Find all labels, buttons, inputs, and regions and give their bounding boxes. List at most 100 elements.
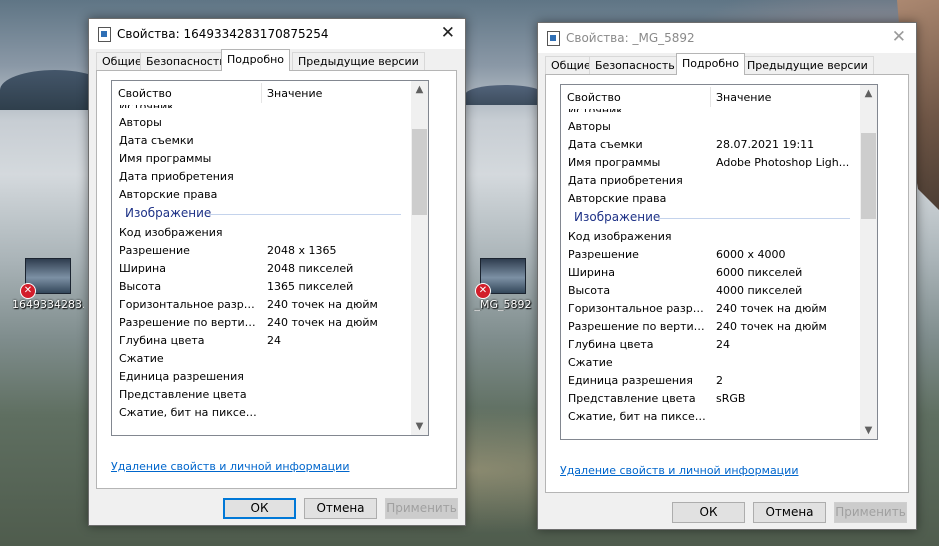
property-row[interactable]: Разрешение по вертикали 240 точек на дюйм (561, 318, 860, 336)
property-name: Глубина цвета (119, 334, 205, 347)
properties-list[interactable]: Свойство Значение Источник АвторыДата съ… (560, 84, 878, 440)
desktop-file-1649334283[interactable]: ✕ 1649334283... (12, 258, 84, 311)
column-header-value[interactable]: Значение (267, 87, 322, 100)
title-bar[interactable]: Свойства: 1649334283170875254 ✕ (89, 19, 465, 49)
vertical-scrollbar[interactable]: ▲ ▼ (860, 85, 877, 439)
property-row[interactable]: Авторские права (112, 186, 411, 204)
scrollbar-thumb[interactable] (861, 133, 876, 219)
property-row[interactable]: Разрешение 2048 x 1365 (112, 242, 411, 260)
tab-details[interactable]: Подробно (676, 53, 746, 75)
property-row[interactable]: Сжатие (561, 354, 860, 372)
tab-security[interactable]: Безопасность (140, 52, 232, 70)
desktop-file-label: _MG_5892 (474, 298, 532, 311)
property-value: 1365 пикселей (267, 280, 354, 293)
property-row[interactable]: Сжатие (112, 350, 411, 368)
group-divider-line (658, 218, 850, 219)
property-row[interactable]: Глубина цвета 24 (112, 332, 411, 350)
tab-previous-versions[interactable]: Предыдущие версии (741, 56, 874, 74)
ok-button[interactable]: ОК (223, 498, 296, 519)
property-name: Сжатие (119, 352, 164, 365)
column-divider[interactable] (710, 87, 711, 107)
properties-list[interactable]: Свойство Значение Источник АвторыДата съ… (111, 80, 429, 436)
property-row[interactable]: Единица разрешения (112, 368, 411, 386)
property-row[interactable]: Сжатие, бит на пиксель (112, 404, 411, 422)
property-name: Сжатие (568, 356, 613, 369)
property-row[interactable]: Высота 4000 пикселей (561, 282, 860, 300)
property-row[interactable]: Дата съемки (112, 132, 411, 150)
property-name: Код изображения (119, 226, 223, 239)
list-header: Свойство Значение (561, 85, 860, 109)
property-row[interactable]: Горизонтальное разреше... 240 точек на дю… (561, 300, 860, 318)
property-row[interactable]: Сжатие, бит на пиксель (561, 408, 860, 426)
property-name: Разрешение (119, 244, 190, 257)
property-row[interactable]: Авторы (561, 118, 860, 136)
ok-button[interactable]: ОК (672, 502, 745, 523)
property-row[interactable]: Горизонтальное разреше... 240 точек на дю… (112, 296, 411, 314)
property-row[interactable]: Имя программы (112, 150, 411, 168)
property-value: 2 (716, 374, 723, 387)
cancel-button[interactable]: Отмена (304, 498, 377, 519)
property-row[interactable]: Дата приобретения (112, 168, 411, 186)
scroll-up-icon[interactable]: ▲ (411, 81, 428, 98)
close-icon[interactable]: ✕ (441, 24, 455, 42)
column-header-property[interactable]: Свойство (567, 91, 621, 104)
property-name: Ширина (568, 266, 615, 279)
property-row[interactable]: Авторы (112, 114, 411, 132)
property-name: Авторские права (568, 192, 667, 205)
property-value: 28.07.2021 19:11 (716, 138, 815, 151)
property-value: 24 (267, 334, 281, 347)
property-row[interactable]: Единица разрешения 2 (561, 372, 860, 390)
property-row[interactable]: Разрешение по вертикали 240 точек на дюйм (112, 314, 411, 332)
property-row[interactable]: Ширина 6000 пикселей (561, 264, 860, 282)
scroll-down-icon[interactable]: ▼ (411, 418, 428, 435)
tab-details[interactable]: Подробно (221, 49, 291, 71)
column-divider[interactable] (261, 83, 262, 103)
property-row[interactable]: Глубина цвета 24 (561, 336, 860, 354)
title-bar[interactable]: Свойства: _MG_5892 ✕ (538, 23, 916, 53)
property-row[interactable]: Код изображения (561, 228, 860, 246)
property-name: Сжатие, бит на пиксель (119, 406, 259, 419)
column-header-property[interactable]: Свойство (118, 87, 172, 100)
apply-button[interactable]: Применить (385, 498, 458, 519)
property-row[interactable]: Код изображения (112, 224, 411, 242)
property-name: Единица разрешения (568, 374, 693, 387)
property-row[interactable]: Представление цвета (112, 386, 411, 404)
scrollbar-thumb[interactable] (412, 129, 427, 215)
property-value: 2048 x 1365 (267, 244, 337, 257)
property-row[interactable]: Имя программы Adobe Photoshop Ligh... (561, 154, 860, 172)
properties-window-mg-5892: Свойства: _MG_5892 ✕ Общие Безопасность … (537, 22, 917, 530)
property-row[interactable]: Дата съемки 28.07.2021 19:11 (561, 136, 860, 154)
group-header-image[interactable]: Изображение (561, 209, 860, 227)
property-name: Представление цвета (119, 388, 247, 401)
property-row[interactable]: Высота 1365 пикселей (112, 278, 411, 296)
error-badge-icon: ✕ (20, 283, 36, 299)
file-icon (547, 31, 560, 46)
error-badge-icon: ✕ (475, 283, 491, 299)
details-panel: Свойство Значение Источник АвторыДата съ… (96, 70, 457, 489)
remove-properties-link[interactable]: Удаление свойств и личной информации (560, 464, 798, 477)
property-value: 2048 пикселей (267, 262, 354, 275)
property-row[interactable]: Разрешение 6000 x 4000 (561, 246, 860, 264)
group-title: Изображение (574, 210, 661, 224)
scroll-up-icon[interactable]: ▲ (860, 85, 877, 102)
property-name: Высота (568, 284, 611, 297)
property-name: Авторы (119, 116, 162, 129)
close-icon[interactable]: ✕ (892, 28, 906, 46)
property-value: 240 точек на дюйм (716, 302, 827, 315)
apply-button[interactable]: Применить (834, 502, 907, 523)
scroll-down-icon[interactable]: ▼ (860, 422, 877, 439)
vertical-scrollbar[interactable]: ▲ ▼ (411, 81, 428, 435)
property-row[interactable]: Дата приобретения (561, 172, 860, 190)
property-row[interactable]: Ширина 2048 пикселей (112, 260, 411, 278)
desktop-file-mg-5892[interactable]: ✕ _MG_5892 (467, 258, 539, 311)
property-row[interactable]: Представление цвета sRGB (561, 390, 860, 408)
tab-previous-versions[interactable]: Предыдущие версии (292, 52, 425, 70)
column-header-value[interactable]: Значение (716, 91, 771, 104)
group-header-image[interactable]: Изображение (112, 205, 411, 223)
tab-security[interactable]: Безопасность (589, 56, 681, 74)
cancel-button[interactable]: Отмена (753, 502, 826, 523)
remove-properties-link[interactable]: Удаление свойств и личной информации (111, 460, 349, 473)
property-row[interactable]: Авторские права (561, 190, 860, 208)
group-divider-line (209, 214, 401, 215)
property-value: 4000 пикселей (716, 284, 803, 297)
